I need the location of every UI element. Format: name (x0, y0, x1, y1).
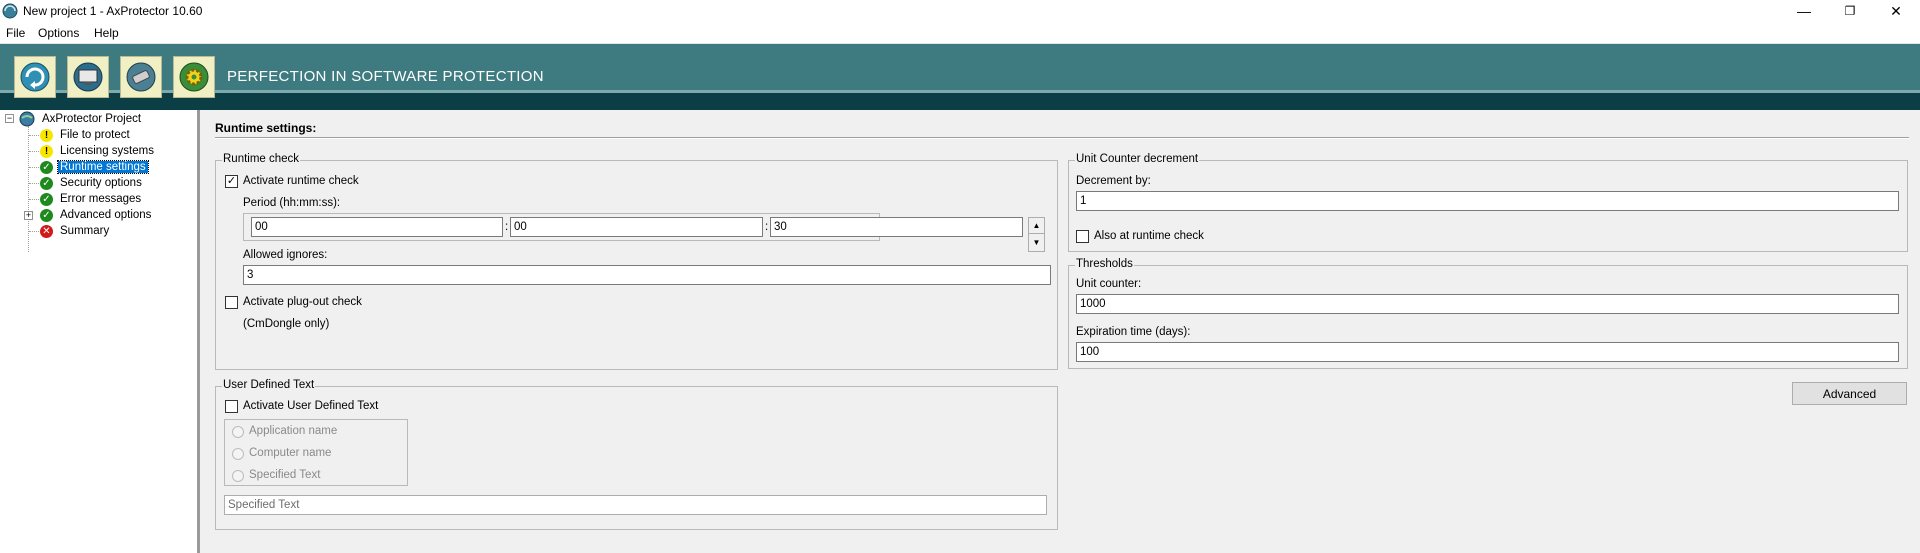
decrement-by-label: Decrement by: (1076, 175, 1151, 187)
specified-text-input[interactable]: Specified Text (224, 495, 1047, 515)
activate-user-defined-text-label: Activate User Defined Text (243, 400, 379, 412)
gear-globe-icon (179, 62, 209, 92)
error-icon: ✕ (40, 224, 53, 238)
activate-plugout-check-checkbox[interactable] (225, 296, 238, 309)
tree-item-licensing-systems[interactable]: ! Licensing systems (40, 143, 156, 159)
tree-item-runtime-settings[interactable]: ✓ Runtime settings (40, 159, 149, 175)
heading-divider (215, 137, 1909, 139)
period-minutes-input[interactable]: 00 (510, 217, 763, 237)
tool-refresh-button[interactable] (14, 56, 56, 98)
text-source-options: Application name Computer name Specified… (224, 419, 408, 486)
minimize-button[interactable]: — (1781, 0, 1827, 22)
toolbar-banner: PERFECTION IN SOFTWARE PROTECTION (0, 44, 1920, 110)
spin-up-icon[interactable]: ▲ (1029, 218, 1044, 234)
unit-counter-label: Unit counter: (1076, 278, 1142, 290)
title-bar: New project 1 - AxProtector 10.60 — ❐ ✕ (0, 0, 1920, 22)
warning-icon: ! (40, 144, 53, 158)
tree-root[interactable]: AxProtector Project (19, 111, 143, 127)
tree-expand-toggle[interactable]: + (24, 211, 33, 220)
check-icon: ✓ (40, 208, 53, 222)
activate-runtime-check-label: Activate runtime check (243, 175, 359, 187)
dongle-globe-icon (126, 62, 156, 92)
close-button[interactable]: ✕ (1873, 0, 1919, 22)
user-defined-text-group: User Defined Text Activate User Defined … (215, 379, 1058, 530)
axprotector-app-icon (2, 3, 18, 19)
activate-user-defined-text-checkbox[interactable] (225, 400, 238, 413)
project-globe-icon (19, 111, 35, 127)
also-at-runtime-check-checkbox[interactable] (1076, 230, 1089, 243)
tree-item-file-to-protect[interactable]: ! File to protect (40, 127, 132, 143)
runtime-settings-panel: Runtime settings: Runtime check ✓ Activa… (203, 110, 1920, 553)
tree-item-error-messages[interactable]: ✓ Error messages (40, 191, 143, 207)
tree-item-advanced-options[interactable]: ✓ Advanced options (40, 207, 153, 223)
period-label: Period (hh:mm:ss): (243, 197, 341, 209)
refresh-globe-icon (20, 62, 50, 92)
runtime-check-group: Runtime check ✓ Activate runtime check P… (215, 153, 1058, 370)
period-input-group: 00 : 00 : 30 (243, 213, 1023, 241)
page-title: Runtime settings: (215, 121, 317, 135)
tree-item-security-options[interactable]: ✓ Security options (40, 175, 144, 191)
tool-settings-button[interactable] (173, 56, 215, 98)
expiration-time-input[interactable]: 100 (1076, 342, 1899, 362)
decrement-by-input[interactable]: 1 (1076, 191, 1899, 211)
allowed-ignores-input[interactable]: 3 (243, 265, 1051, 285)
tree-root-label: AxProtector Project (42, 113, 142, 125)
activate-runtime-check-checkbox[interactable]: ✓ (225, 175, 238, 188)
tool-monitor-button[interactable] (67, 56, 109, 98)
monitor-globe-icon (73, 62, 103, 92)
check-icon: ✓ (40, 192, 53, 206)
spin-down-icon[interactable]: ▼ (1029, 234, 1044, 250)
radio-computer-name[interactable] (232, 448, 244, 460)
unit-counter-input[interactable]: 1000 (1076, 294, 1899, 314)
advanced-button[interactable]: Advanced (1792, 382, 1907, 405)
cmdongle-only-note: (CmDongle only) (243, 318, 330, 330)
activate-plugout-check-label: Activate plug-out check (243, 296, 362, 308)
tree-collapse-toggle[interactable]: − (5, 114, 14, 123)
tree-item-summary[interactable]: ✕ Summary (40, 223, 111, 239)
project-tree[interactable]: − AxProtector Project ! File to protect … (0, 110, 200, 553)
period-spinner[interactable]: ▲ ▼ (1028, 217, 1045, 252)
period-hours-input[interactable]: 00 (251, 217, 503, 237)
expiration-time-label: Expiration time (days): (1076, 326, 1191, 338)
check-icon: ✓ (40, 176, 53, 190)
menu-bar: File Options Help (0, 22, 1920, 44)
also-at-runtime-check-label: Also at runtime check (1094, 230, 1204, 242)
menu-options[interactable]: Options (38, 26, 79, 40)
window-title: New project 1 - AxProtector 10.60 (23, 4, 203, 18)
thresholds-group: Thresholds Unit counter: 1000 Expiration… (1068, 258, 1908, 369)
unit-counter-decrement-group: Unit Counter decrement Decrement by: 1 A… (1068, 153, 1908, 252)
period-seconds-input[interactable]: 30 (770, 217, 1023, 237)
radio-specified-text[interactable] (232, 470, 244, 482)
menu-file[interactable]: File (6, 26, 25, 40)
menu-help[interactable]: Help (94, 26, 119, 40)
banner-slogan: PERFECTION IN SOFTWARE PROTECTION (227, 68, 544, 85)
check-icon: ✓ (40, 160, 53, 174)
restore-button[interactable]: ❐ (1827, 0, 1873, 22)
warning-icon: ! (40, 128, 53, 142)
allowed-ignores-label: Allowed ignores: (243, 249, 328, 261)
radio-application-name[interactable] (232, 426, 244, 438)
tool-dongle-button[interactable] (120, 56, 162, 98)
